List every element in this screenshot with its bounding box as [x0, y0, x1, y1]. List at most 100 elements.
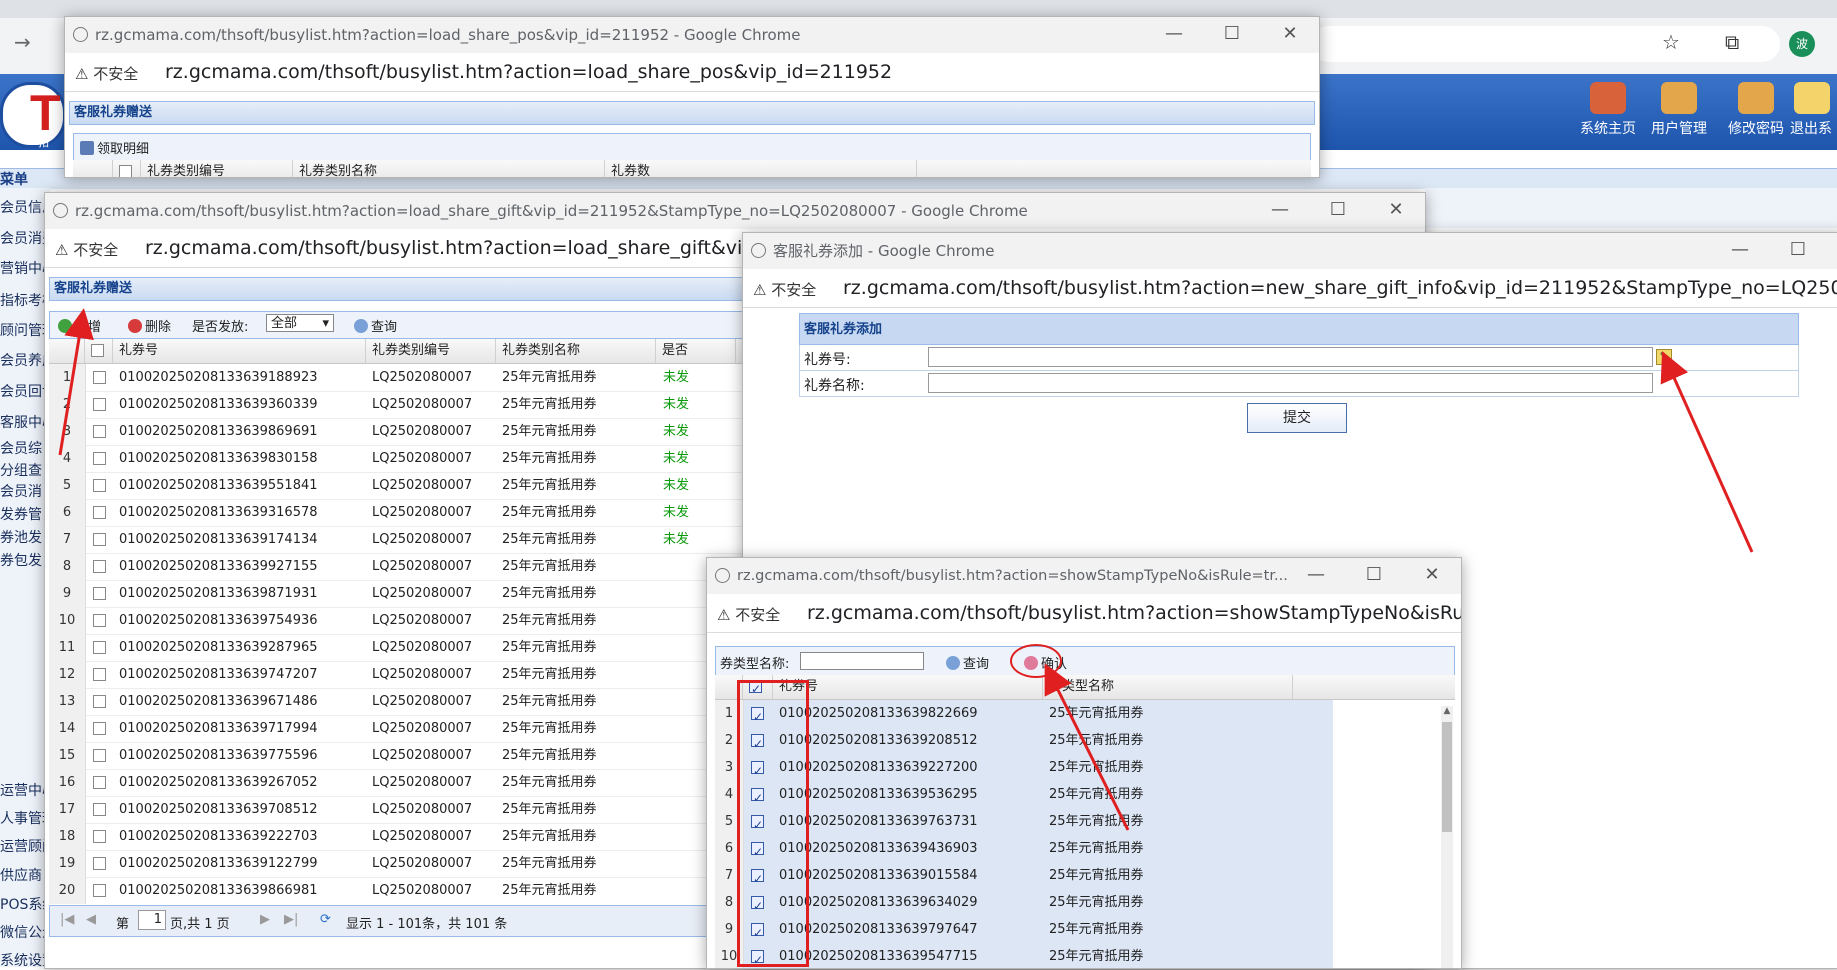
detail-tab[interactable]: 领取明细	[80, 138, 149, 157]
header-coupon-no[interactable]: 礼券号	[113, 339, 366, 363]
row-checkbox[interactable]	[93, 398, 106, 411]
window-titlebar[interactable]: rz.gcmama.com/thsoft/busylist.htm?action…	[707, 558, 1461, 594]
profile-avatar[interactable]: 波	[1789, 31, 1815, 57]
extensions-icon[interactable]: ⧉	[1725, 30, 1739, 54]
header-count[interactable]: 礼券数	[605, 160, 917, 177]
url-text[interactable]: rz.gcmama.com/thsoft/busylist.htm?action…	[807, 602, 1461, 624]
row-checkbox[interactable]	[93, 587, 106, 600]
row-checkbox-cell[interactable]	[93, 526, 113, 553]
row-checkbox[interactable]	[93, 695, 106, 708]
row-checkbox[interactable]	[93, 614, 106, 627]
sidebar-item[interactable]: 券包发	[0, 550, 50, 570]
window-titlebar[interactable]: 客服礼券添加 - Google Chrome — ☐	[743, 233, 1837, 269]
scrollbar[interactable]: ▲	[1441, 706, 1453, 968]
maximize-icon[interactable]: ☐	[1345, 558, 1403, 594]
row-checkbox[interactable]	[93, 533, 106, 546]
sidebar-item[interactable]: 会员回访	[0, 381, 50, 401]
row-checkbox[interactable]	[93, 668, 106, 681]
sidebar-item[interactable]: 系统设置	[0, 950, 50, 970]
minimize-icon[interactable]: —	[1287, 558, 1345, 594]
page-input[interactable]: 1	[138, 910, 166, 930]
row-checkbox-cell[interactable]	[93, 742, 113, 769]
sidebar-item[interactable]: 会员综	[0, 438, 50, 458]
sidebar-item[interactable]: 客服中心	[0, 412, 50, 432]
sidebar-item[interactable]: 顾问管理	[0, 320, 50, 340]
sidebar-item[interactable]: 运营顾问	[0, 836, 50, 856]
scroll-up-icon[interactable]: ▲	[1441, 706, 1453, 720]
menu-home[interactable]: 系统主页	[1572, 82, 1644, 138]
next-page-icon[interactable]: ▶	[260, 912, 270, 927]
row-checkbox-cell[interactable]	[93, 661, 113, 688]
issued-filter-select[interactable]: 全部 ▾	[266, 314, 334, 332]
first-page-icon[interactable]: |◀	[60, 912, 74, 927]
header-type-no[interactable]: 礼券类别编号	[141, 160, 293, 177]
header-select-all[interactable]	[113, 160, 141, 177]
row-checkbox[interactable]	[93, 506, 106, 519]
sidebar-item[interactable]: 供应商	[0, 865, 50, 885]
not-secure-badge[interactable]: ⚠ 不安全	[753, 279, 816, 300]
row-checkbox-cell[interactable]	[93, 364, 113, 391]
row-checkbox[interactable]	[93, 884, 106, 897]
sidebar-item[interactable]: 会员消	[0, 481, 50, 501]
row-checkbox[interactable]	[93, 641, 106, 654]
row-checkbox-cell[interactable]	[93, 472, 113, 499]
row-checkbox-cell[interactable]	[93, 715, 113, 742]
maximize-icon[interactable]: ☐	[1769, 233, 1827, 269]
sidebar-item[interactable]: 会员养成	[0, 350, 50, 370]
row-checkbox[interactable]	[93, 452, 106, 465]
coupon-name-input[interactable]	[928, 373, 1653, 393]
sidebar-item[interactable]: 指标考核	[0, 290, 50, 310]
header-type-name[interactable]: 礼券类别名称	[496, 339, 656, 363]
address-bar[interactable]: ⚠ 不安全 rz.gcmama.com/thsoft/busylist.htm?…	[707, 594, 1461, 633]
row-checkbox-cell[interactable]	[93, 850, 113, 877]
header-coupon-no[interactable]: 礼券号	[773, 675, 1043, 699]
close-icon[interactable]: ✕	[1261, 17, 1319, 53]
submit-button[interactable]: 提交	[1247, 403, 1347, 433]
select-all-checkbox[interactable]	[119, 165, 132, 177]
row-checkbox[interactable]	[93, 803, 106, 816]
row-checkbox[interactable]	[93, 722, 106, 735]
row-checkbox-cell[interactable]	[93, 391, 113, 418]
sidebar-item[interactable]: 会员消费	[0, 228, 50, 248]
row-checkbox-cell[interactable]	[93, 769, 113, 796]
minimize-icon[interactable]: —	[1251, 193, 1309, 229]
row-checkbox-cell[interactable]	[93, 607, 113, 634]
row-checkbox-cell[interactable]	[93, 553, 113, 580]
url-text[interactable]: rz.gcmama.com/thsoft/busylist.htm?action…	[165, 61, 892, 83]
query-button[interactable]: 查询	[354, 316, 397, 335]
forward-arrow-icon[interactable]: →	[14, 30, 31, 54]
delete-button[interactable]: 删除	[128, 316, 171, 335]
close-icon[interactable]: ✕	[1367, 193, 1425, 229]
row-checkbox[interactable]	[93, 830, 106, 843]
add-button[interactable]: 新增	[58, 316, 101, 335]
row-checkbox-cell[interactable]	[93, 418, 113, 445]
address-bar[interactable]: ⚠ 不安全 rz.gcmama.com/thsoft/busylist.htm?…	[65, 53, 1319, 92]
prev-page-icon[interactable]: ◀	[86, 912, 96, 927]
row-checkbox-cell[interactable]	[93, 823, 113, 850]
sidebar-item[interactable]: 会员信息	[0, 197, 50, 217]
header-type-name[interactable]: 礼券类别名称	[293, 160, 605, 177]
window-titlebar[interactable]: rz.gcmama.com/thsoft/busylist.htm?action…	[65, 17, 1319, 53]
header-type-name[interactable]: 券类型名称	[1043, 675, 1293, 699]
background-address-bar[interactable]	[1310, 26, 1780, 62]
row-checkbox-cell[interactable]	[93, 796, 113, 823]
bookmark-star-icon[interactable]: ☆	[1662, 30, 1680, 54]
row-checkbox[interactable]	[93, 560, 106, 573]
menu-user-manage[interactable]: 用户管理	[1643, 82, 1715, 138]
last-page-icon[interactable]: ▶|	[284, 912, 298, 927]
coupon-no-input[interactable]	[928, 347, 1653, 367]
menu-exit[interactable]: 退出系	[1790, 82, 1837, 138]
close-icon[interactable]: ✕	[1403, 558, 1461, 594]
minimize-icon[interactable]: —	[1145, 17, 1203, 53]
not-secure-badge[interactable]: ⚠ 不安全	[717, 604, 780, 625]
sidebar-item[interactable]: 券池发	[0, 527, 50, 547]
sidebar-item[interactable]: 人事管理	[0, 808, 50, 828]
row-checkbox[interactable]	[93, 857, 106, 870]
row-checkbox[interactable]	[93, 425, 106, 438]
type-name-filter-input[interactable]	[800, 652, 924, 670]
row-checkbox-cell[interactable]	[93, 580, 113, 607]
sidebar-item[interactable]: 微信公众	[0, 922, 50, 942]
sidebar-item[interactable]: 运营中心	[0, 780, 50, 800]
select-all-checkbox[interactable]	[91, 344, 104, 357]
row-checkbox[interactable]	[93, 749, 106, 762]
